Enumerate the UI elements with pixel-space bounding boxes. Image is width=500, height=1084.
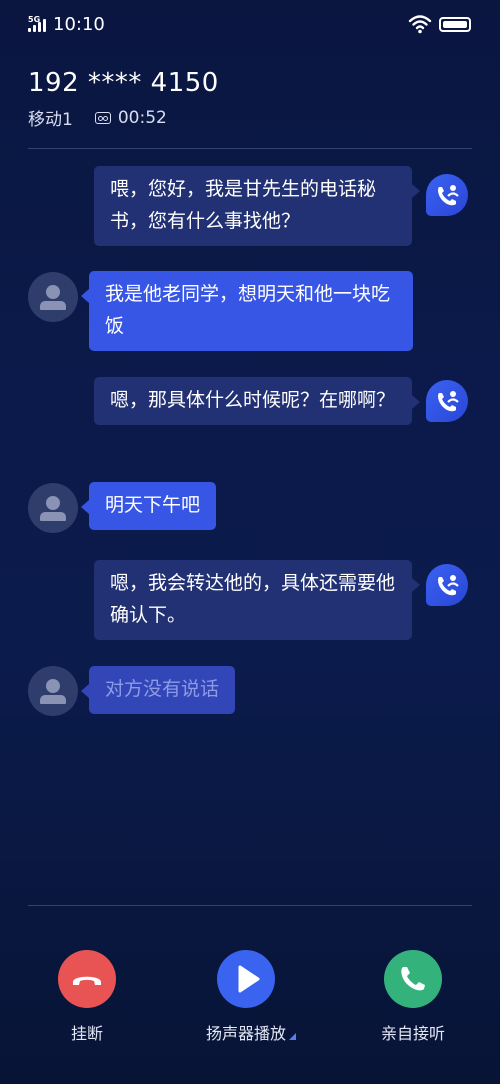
play-icon [238, 965, 260, 993]
secretary-phone-icon [426, 380, 468, 422]
answer-personally-button[interactable] [384, 950, 442, 1008]
hangup-icon [73, 976, 101, 985]
signal-icon: 5G [28, 15, 48, 34]
silence-indicator-bubble: 对方没有说话 [80, 666, 236, 714]
wifi-icon [408, 15, 432, 34]
caller-avatar [28, 272, 78, 322]
hangup-button[interactable] [58, 950, 116, 1008]
carrier-label: 移动1 [28, 110, 73, 130]
recording-icon [94, 111, 111, 124]
status-time: 10:10 [53, 14, 105, 35]
caller-avatar [28, 666, 78, 716]
speaker-label-text: 扬声器播放 [205, 1026, 286, 1043]
secretary-phone-icon [426, 564, 468, 606]
call-meta: 移动1 00:52 [28, 105, 167, 131]
status-bar: 5G 10:10 [0, 0, 500, 50]
speaker-label[interactable]: 扬声器播放 [196, 1020, 306, 1044]
message-bubble-outgoing: 嗯，那具体什么时候呢？在哪啊？ [94, 377, 420, 425]
message-bubble-outgoing: 喂，您好，我是甘先生的电话秘书，您有什么事找他？ [94, 166, 420, 246]
message-bubble-outgoing: 嗯，我会转达他的，具体还需要他确认下。 [94, 560, 420, 640]
caller-number: 192 **** 4150 [28, 68, 219, 98]
message-bubble-incoming: 我是他老同学，想明天和他一块吃饭 [81, 271, 413, 351]
hangup-label: 挂断 [70, 1026, 103, 1043]
answer-label: 亲自接听 [380, 1026, 445, 1043]
controls-divider [28, 905, 472, 906]
battery-icon [439, 17, 471, 32]
call-duration: 00:52 [117, 107, 167, 128]
message-bubble-incoming: 明天下午吧 [80, 482, 217, 530]
secretary-phone-icon [426, 174, 468, 216]
phone-icon [401, 967, 425, 991]
caller-avatar [28, 483, 78, 533]
dropdown-triangle-icon [289, 1033, 296, 1040]
header-divider [28, 148, 472, 149]
speaker-play-button[interactable] [217, 950, 275, 1008]
